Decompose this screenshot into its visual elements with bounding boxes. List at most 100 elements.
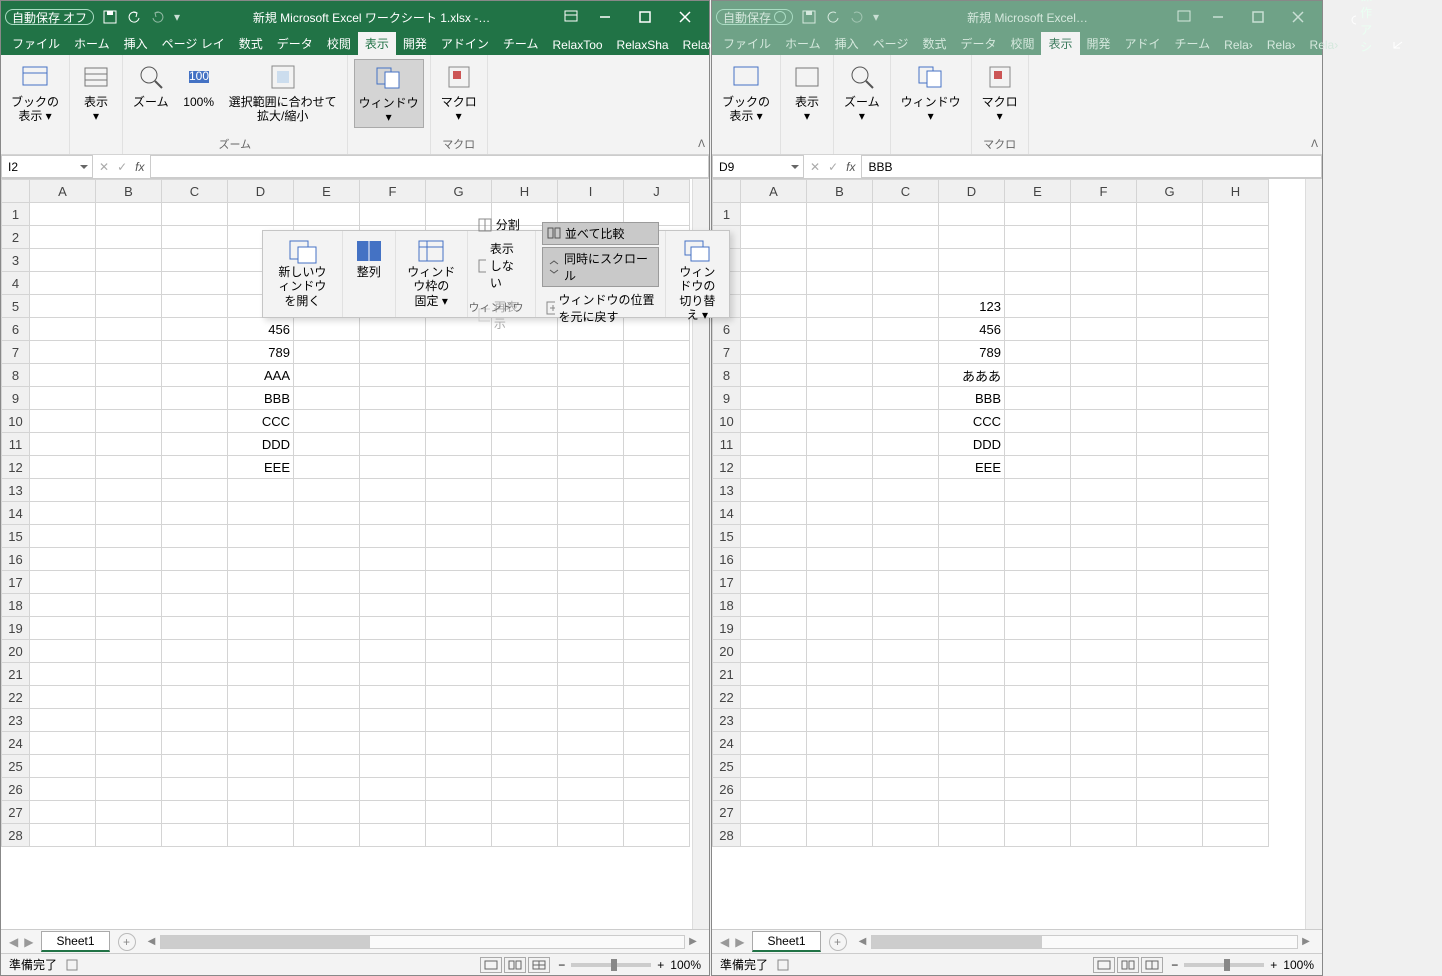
cell[interactable]: [939, 203, 1005, 226]
cell[interactable]: [1137, 732, 1203, 755]
ribbon-tab-1[interactable]: ホーム: [67, 32, 117, 55]
zoom-in-icon[interactable]: +: [1270, 958, 1277, 972]
row-header[interactable]: 25: [2, 755, 30, 778]
cell[interactable]: [228, 479, 294, 502]
cell[interactable]: [294, 548, 360, 571]
cell[interactable]: [1071, 387, 1137, 410]
cell[interactable]: [294, 801, 360, 824]
cell[interactable]: [939, 686, 1005, 709]
cell[interactable]: [939, 479, 1005, 502]
cell[interactable]: [624, 548, 690, 571]
cell[interactable]: [96, 801, 162, 824]
cell[interactable]: [1071, 640, 1137, 663]
cell[interactable]: [1137, 663, 1203, 686]
cell[interactable]: [1071, 203, 1137, 226]
redo-icon[interactable]: [150, 9, 166, 25]
share-icon[interactable]: [1385, 35, 1411, 55]
cell[interactable]: [30, 502, 96, 525]
cell[interactable]: [873, 801, 939, 824]
cell[interactable]: [426, 433, 492, 456]
cell[interactable]: [741, 548, 807, 571]
fx-icon[interactable]: fx: [846, 160, 855, 174]
row-header[interactable]: 15: [2, 525, 30, 548]
row-header[interactable]: 1: [2, 203, 30, 226]
row-header[interactable]: 7: [713, 341, 741, 364]
cell[interactable]: [228, 525, 294, 548]
cell[interactable]: [1203, 755, 1269, 778]
cell[interactable]: [1137, 824, 1203, 847]
cell[interactable]: [873, 755, 939, 778]
cell[interactable]: [807, 203, 873, 226]
cell[interactable]: [807, 617, 873, 640]
cell[interactable]: [807, 824, 873, 847]
ribbon-collapse-icon[interactable]: ᐱ: [698, 139, 705, 150]
cell[interactable]: [426, 548, 492, 571]
zoom-slider[interactable]: [571, 963, 651, 967]
formula-input[interactable]: [150, 155, 709, 178]
maximize-button[interactable]: [625, 3, 665, 31]
cell[interactable]: [294, 709, 360, 732]
cell[interactable]: [1005, 548, 1071, 571]
ribbon-tab-2[interactable]: 挿入: [117, 32, 155, 55]
cell[interactable]: [162, 824, 228, 847]
cell[interactable]: [30, 387, 96, 410]
cell[interactable]: [1203, 732, 1269, 755]
row-header[interactable]: 28: [713, 824, 741, 847]
cell[interactable]: [873, 272, 939, 295]
cell[interactable]: [939, 755, 1005, 778]
cell[interactable]: [1203, 594, 1269, 617]
cell[interactable]: [1071, 318, 1137, 341]
cell[interactable]: [426, 387, 492, 410]
cell[interactable]: [1137, 479, 1203, 502]
column-header[interactable]: C: [873, 180, 939, 203]
cell[interactable]: [1071, 295, 1137, 318]
ribbon-tab-8[interactable]: 開発: [1080, 32, 1118, 55]
cell[interactable]: [426, 709, 492, 732]
cell[interactable]: AAA: [228, 364, 294, 387]
row-header[interactable]: 23: [713, 709, 741, 732]
ribbon-tab-2[interactable]: 挿入: [828, 32, 866, 55]
cell[interactable]: [807, 364, 873, 387]
cell[interactable]: [1071, 778, 1137, 801]
cell[interactable]: [1071, 479, 1137, 502]
cell[interactable]: [228, 824, 294, 847]
row-header[interactable]: 22: [713, 686, 741, 709]
cell[interactable]: [162, 525, 228, 548]
cell[interactable]: [873, 663, 939, 686]
cell[interactable]: [1203, 203, 1269, 226]
qat-dropdown-icon[interactable]: ▾: [873, 10, 879, 24]
cell[interactable]: [30, 341, 96, 364]
ribbon-collapse-icon[interactable]: ᐱ: [1311, 139, 1318, 150]
cell[interactable]: [1071, 709, 1137, 732]
cell[interactable]: [96, 755, 162, 778]
autosave-toggle[interactable]: 自動保存: [716, 9, 793, 25]
cell[interactable]: [294, 410, 360, 433]
cell[interactable]: [360, 502, 426, 525]
cell[interactable]: [1005, 456, 1071, 479]
row-header[interactable]: 21: [2, 663, 30, 686]
cell[interactable]: [426, 778, 492, 801]
cell[interactable]: [939, 226, 1005, 249]
cell[interactable]: [426, 617, 492, 640]
cell[interactable]: [1203, 709, 1269, 732]
cell[interactable]: [492, 548, 558, 571]
cell[interactable]: [624, 571, 690, 594]
cell[interactable]: [1005, 525, 1071, 548]
cell[interactable]: [741, 479, 807, 502]
minimize-button[interactable]: [585, 3, 625, 31]
cell[interactable]: [228, 571, 294, 594]
cell[interactable]: [807, 548, 873, 571]
cell[interactable]: [360, 364, 426, 387]
cell[interactable]: [558, 548, 624, 571]
cell[interactable]: [807, 732, 873, 755]
add-sheet-button[interactable]: +: [118, 933, 136, 951]
cell[interactable]: [162, 203, 228, 226]
cell[interactable]: [294, 364, 360, 387]
cell[interactable]: [228, 709, 294, 732]
close-button[interactable]: [665, 3, 705, 31]
row-header[interactable]: 7: [2, 341, 30, 364]
cell[interactable]: [30, 433, 96, 456]
cell[interactable]: [873, 548, 939, 571]
cell[interactable]: [228, 801, 294, 824]
zoom-out-icon[interactable]: −: [558, 958, 565, 972]
